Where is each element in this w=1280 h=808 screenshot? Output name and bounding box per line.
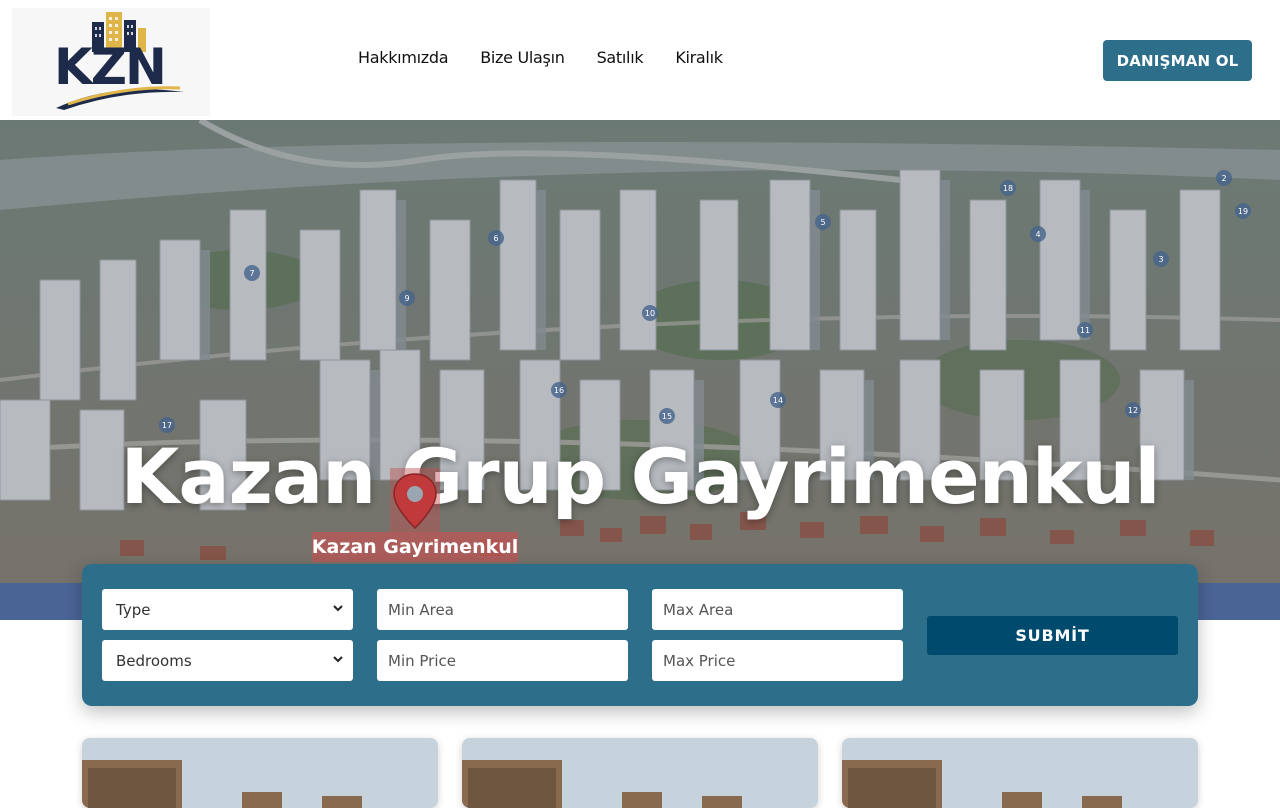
- type-select-value: Type: [116, 600, 151, 619]
- map-number-marker: 10: [642, 305, 658, 321]
- become-consultant-button[interactable]: DANIŞMAN OL: [1103, 40, 1252, 81]
- site-header: KZN Hakkımızda Bize Ulaşın Satılık Kiral…: [0, 0, 1280, 120]
- map-number-marker: 18: [1000, 180, 1016, 196]
- map-number-marker: 5: [815, 214, 831, 230]
- map-number-marker: 6: [488, 230, 504, 246]
- type-select[interactable]: Type: [102, 589, 353, 630]
- map-number-marker: 16: [551, 382, 567, 398]
- hero-section: 2 3 4 5 6 7 9 10 11 12 14 15 16 17 18 19 Kazan Grup Gay…: [0, 120, 1280, 583]
- min-area-input[interactable]: Min Area: [377, 589, 628, 630]
- max-area-input[interactable]: Max Area: [652, 589, 903, 630]
- map-number-marker: 3: [1153, 251, 1169, 267]
- map-pin-icon: [390, 468, 440, 532]
- nav-link-about[interactable]: Hakkımızda: [358, 48, 449, 67]
- map-number-marker: 2: [1216, 170, 1232, 186]
- listing-image: [462, 738, 818, 808]
- map-number-marker: 9: [399, 290, 415, 306]
- listing-card[interactable]: [462, 738, 818, 808]
- logo-text: KZN: [54, 38, 167, 96]
- listing-image: [82, 738, 438, 808]
- map-number-marker: 4: [1030, 226, 1046, 242]
- submit-button[interactable]: SUBMİT: [927, 616, 1178, 655]
- max-price-input[interactable]: Max Price: [652, 640, 903, 681]
- main-nav: Hakkımızda Bize Ulaşın Satılık Kiralık: [358, 48, 723, 67]
- hero-title: Kazan Grup Gayrimenkul: [120, 432, 1160, 521]
- nav-link-for-sale[interactable]: Satılık: [597, 48, 644, 67]
- map-number-marker: 14: [770, 392, 786, 408]
- pin-label: Kazan Gayrimenkul: [312, 532, 518, 562]
- bedrooms-select[interactable]: Bedrooms: [102, 640, 353, 681]
- map-number-marker: 12: [1125, 402, 1141, 418]
- listing-image: [842, 738, 1198, 808]
- min-price-input[interactable]: Min Price: [377, 640, 628, 681]
- bedrooms-select-value: Bedrooms: [116, 651, 192, 670]
- chevron-down-icon: [333, 605, 343, 612]
- nav-link-contact[interactable]: Bize Ulaşın: [480, 48, 565, 67]
- site-logo[interactable]: KZN: [12, 8, 210, 116]
- map-number-marker: 19: [1235, 203, 1251, 219]
- listing-card[interactable]: [82, 738, 438, 808]
- map-number-marker: 17: [159, 417, 175, 433]
- map-number-marker: 7: [244, 265, 260, 281]
- nav-link-for-rent[interactable]: Kiralık: [675, 48, 723, 67]
- map-number-marker: 11: [1077, 322, 1093, 338]
- listing-card[interactable]: [842, 738, 1198, 808]
- chevron-down-icon: [333, 656, 343, 663]
- map-number-marker: 15: [659, 408, 675, 424]
- property-search-form: Type Bedrooms Min Area Min Price Max Are…: [82, 564, 1198, 706]
- location-pin: Kazan Gayrimenkul: [312, 468, 518, 563]
